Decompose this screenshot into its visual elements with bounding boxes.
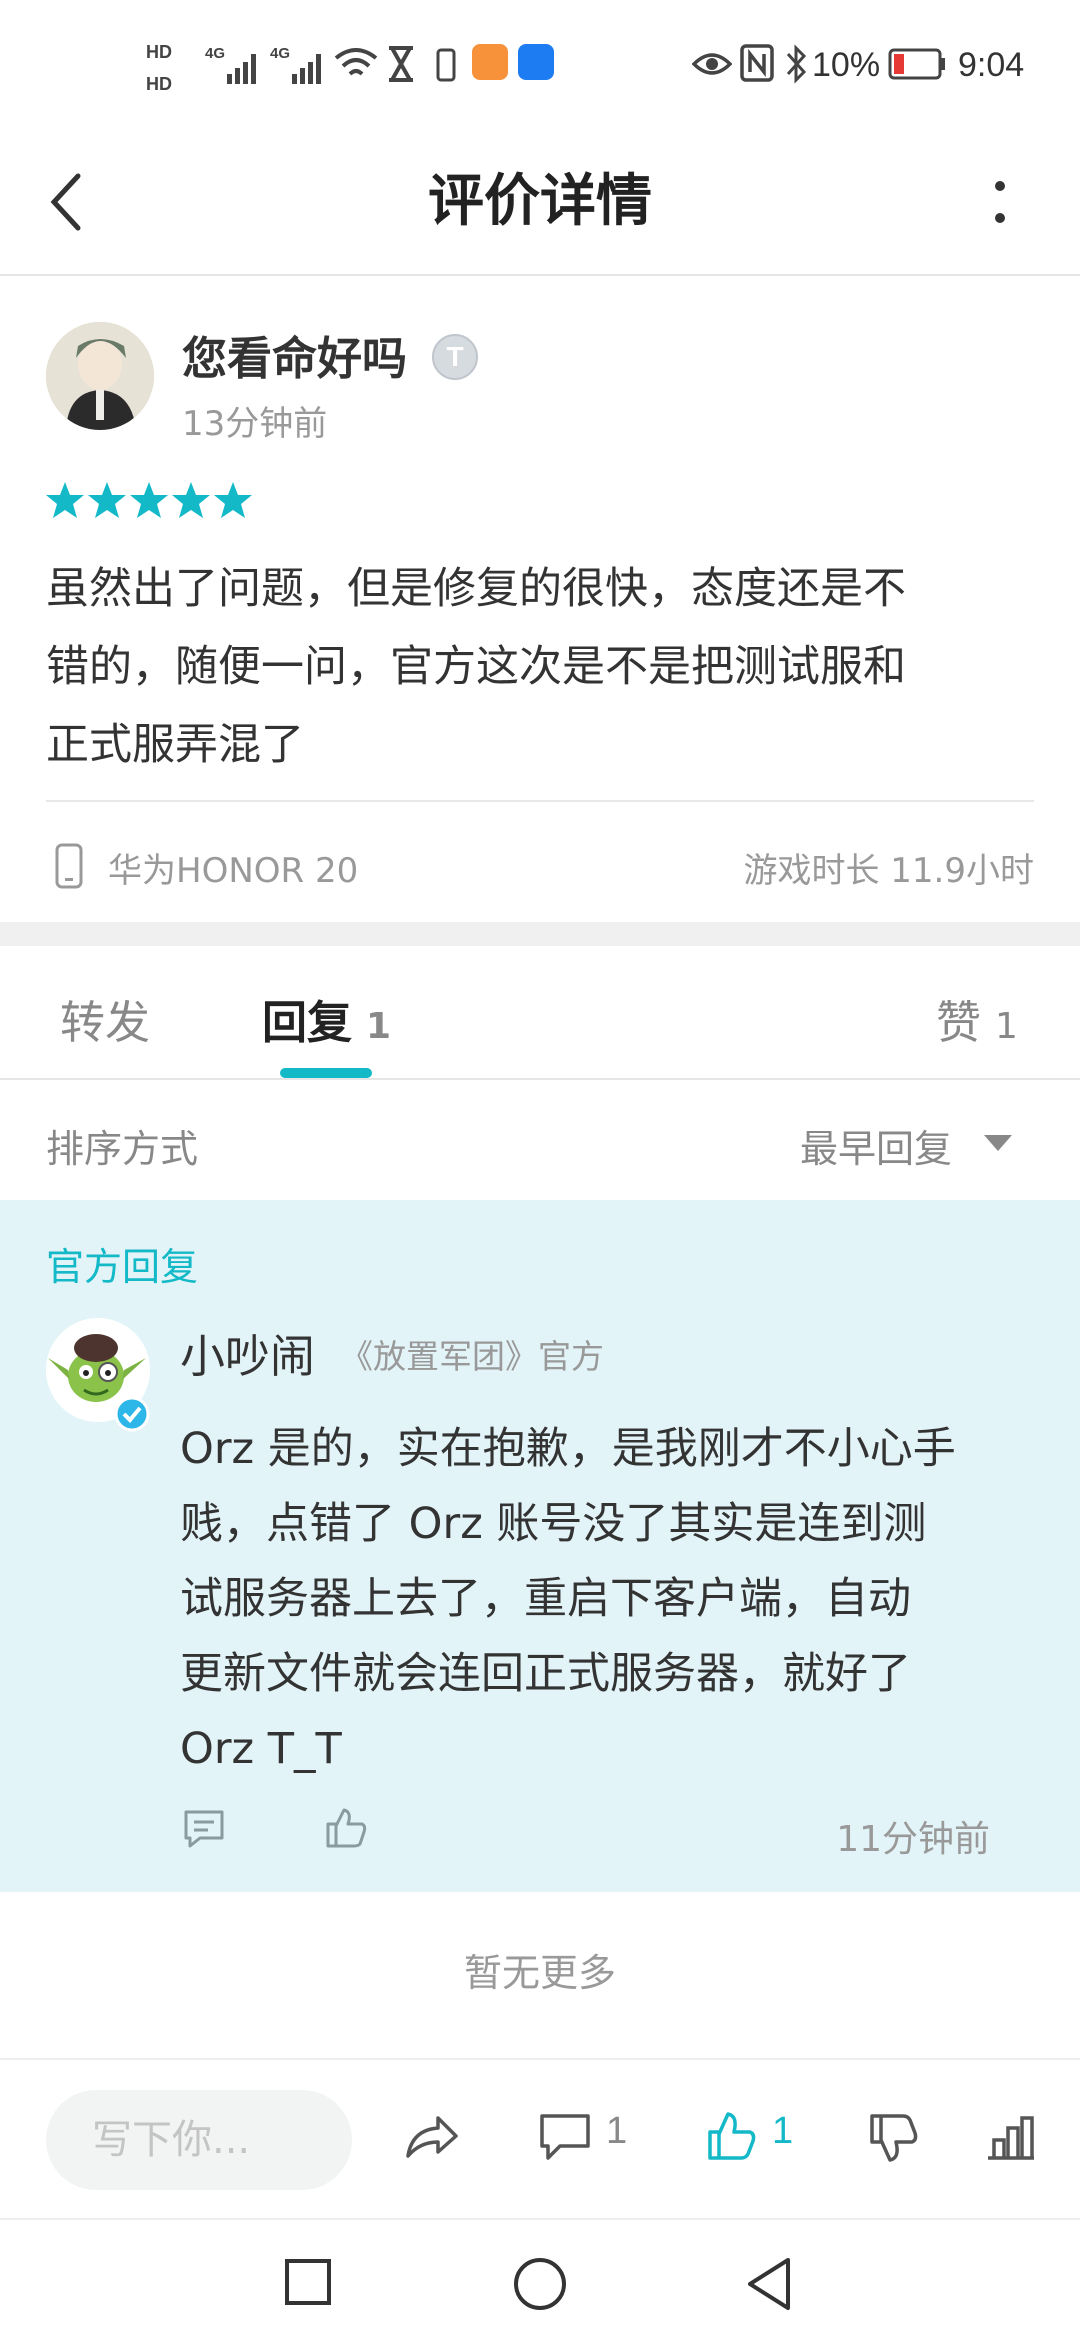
svg-text:HD: HD bbox=[146, 42, 172, 62]
app-header: 评价详情 bbox=[0, 130, 1080, 276]
reply-body-line: Orz T_T bbox=[180, 1724, 342, 1774]
back-button[interactable] bbox=[744, 2256, 794, 2312]
play-time: 游戏时长 11.9小时 bbox=[743, 851, 1034, 891]
review-body: 虽然出了问题，但是修复的很快，态度还是不 错的，随便一问，官方这次是不是把测试服… bbox=[46, 550, 1046, 784]
sort-dropdown[interactable]: 最早回复 bbox=[800, 1118, 952, 1173]
eye-icon bbox=[692, 53, 732, 75]
comment-input[interactable] bbox=[46, 2090, 352, 2190]
status-bar: HD HD 4G 4G 10% 9:04 bbox=[0, 0, 1080, 130]
tab-like-label: 赞 bbox=[936, 996, 982, 1049]
tab-like-count: 1 bbox=[995, 1006, 1018, 1047]
hd-signal-icon: HD HD bbox=[146, 42, 172, 94]
avatar-illustration bbox=[46, 322, 154, 430]
star-icon bbox=[172, 482, 210, 518]
review-author-name[interactable]: 您看命好吗 bbox=[182, 322, 407, 387]
page-title: 评价详情 bbox=[428, 169, 652, 234]
clock: 9:04 bbox=[958, 46, 1025, 84]
tab-forward[interactable]: 转发 bbox=[60, 986, 150, 1051]
review-body-line: 正式服弄混了 bbox=[46, 720, 304, 770]
review-body-line: 虽然出了问题，但是修复的很快，态度还是不 bbox=[46, 564, 906, 614]
reply-body-line: 贱，点错了 Orz 账号没了其实是连到测 bbox=[180, 1499, 927, 1549]
like-count: 1 bbox=[772, 2110, 794, 2152]
hourglass-icon bbox=[389, 46, 413, 82]
star-icon bbox=[214, 482, 252, 518]
battery-percent: 10% bbox=[812, 46, 881, 84]
bulb-notification-icon bbox=[518, 44, 554, 80]
like-icon[interactable] bbox=[706, 2110, 758, 2162]
phone-icon bbox=[55, 843, 83, 889]
review-body-line: 错的，随便一问，官方这次是不是把测试服和 bbox=[46, 642, 906, 692]
comment-icon[interactable] bbox=[182, 1808, 226, 1850]
signal-strength-1-icon: 4G bbox=[205, 45, 256, 84]
sort-label: 排序方式 bbox=[46, 1127, 199, 1171]
divider bbox=[46, 800, 1034, 802]
official-reply-card: 官方回复 小吵闹 《放置军团》官方 Orz 是的，实在抱歉，是我刚才不小心手 贱… bbox=[0, 1200, 1080, 1892]
share-icon[interactable] bbox=[404, 2112, 460, 2162]
bluetooth-icon bbox=[786, 44, 807, 84]
official-reply-name[interactable]: 小吵闹 bbox=[180, 1320, 315, 1385]
svg-text:4G: 4G bbox=[270, 45, 290, 62]
battery-icon bbox=[888, 48, 945, 80]
review-time: 13分钟前 bbox=[182, 404, 328, 444]
tab-bar: 转发 回复 1 赞1 bbox=[0, 946, 1080, 1080]
recent-apps-button[interactable] bbox=[284, 2258, 332, 2306]
star-icon bbox=[46, 482, 84, 518]
reply-body-line: Orz 是的，实在抱歉，是我刚才不小心手 bbox=[180, 1424, 956, 1474]
dislike-icon[interactable] bbox=[868, 2112, 920, 2164]
nfc-icon bbox=[740, 44, 774, 82]
tab-reply[interactable]: 回复 1 bbox=[262, 986, 391, 1051]
star-icon bbox=[130, 482, 168, 518]
home-button[interactable] bbox=[512, 2256, 568, 2312]
wifi-icon bbox=[334, 48, 378, 76]
tab-reply-count: 1 bbox=[366, 1006, 392, 1047]
official-game-tag: 《放置军团》官方 bbox=[340, 1337, 604, 1376]
caret-down-icon[interactable] bbox=[984, 1135, 1012, 1151]
stats-icon[interactable] bbox=[986, 2114, 1036, 2162]
official-reply-time: 11分钟前 bbox=[836, 1819, 990, 1860]
verified-badge-icon bbox=[114, 1396, 150, 1432]
device-name: 华为HONOR 20 bbox=[108, 851, 359, 891]
official-reply-body: Orz 是的，实在抱歉，是我刚才不小心手 贱，点错了 Orz 账号没了其实是连到… bbox=[180, 1412, 1040, 1787]
tab-like[interactable]: 赞1 bbox=[936, 986, 1018, 1051]
reply-count: 1 bbox=[606, 2110, 628, 2152]
system-nav-bar bbox=[0, 2218, 1080, 2340]
signal-strength-2-icon: 4G bbox=[270, 45, 321, 84]
section-separator bbox=[0, 922, 1080, 946]
bottom-action-bar: 1 1 bbox=[0, 2058, 1080, 2218]
svg-text:4G: 4G bbox=[205, 45, 225, 62]
user-level-badge: T bbox=[432, 334, 478, 380]
reply-body-line: 试服务器上去了，重启下客户端，自动 bbox=[180, 1574, 911, 1624]
star-icon bbox=[88, 482, 126, 518]
rating-stars bbox=[46, 482, 252, 518]
reply-icon[interactable] bbox=[538, 2112, 594, 2164]
more-menu-icon[interactable] bbox=[990, 170, 1010, 234]
reply-body-line: 更新文件就会连回正式服务器，就好了 bbox=[180, 1649, 911, 1699]
thumbs-up-icon[interactable] bbox=[324, 1806, 368, 1850]
review-author-avatar[interactable] bbox=[46, 322, 154, 430]
no-more-text: 暂无更多 bbox=[463, 1951, 616, 1995]
app-notification-icon bbox=[472, 44, 508, 80]
battery-small-icon bbox=[436, 48, 456, 82]
tab-forward-label: 转发 bbox=[60, 996, 151, 1049]
official-reply-label: 官方回复 bbox=[46, 1245, 199, 1289]
tab-reply-label: 回复 bbox=[262, 996, 353, 1049]
svg-text:HD: HD bbox=[146, 74, 172, 94]
active-tab-indicator bbox=[280, 1068, 372, 1078]
